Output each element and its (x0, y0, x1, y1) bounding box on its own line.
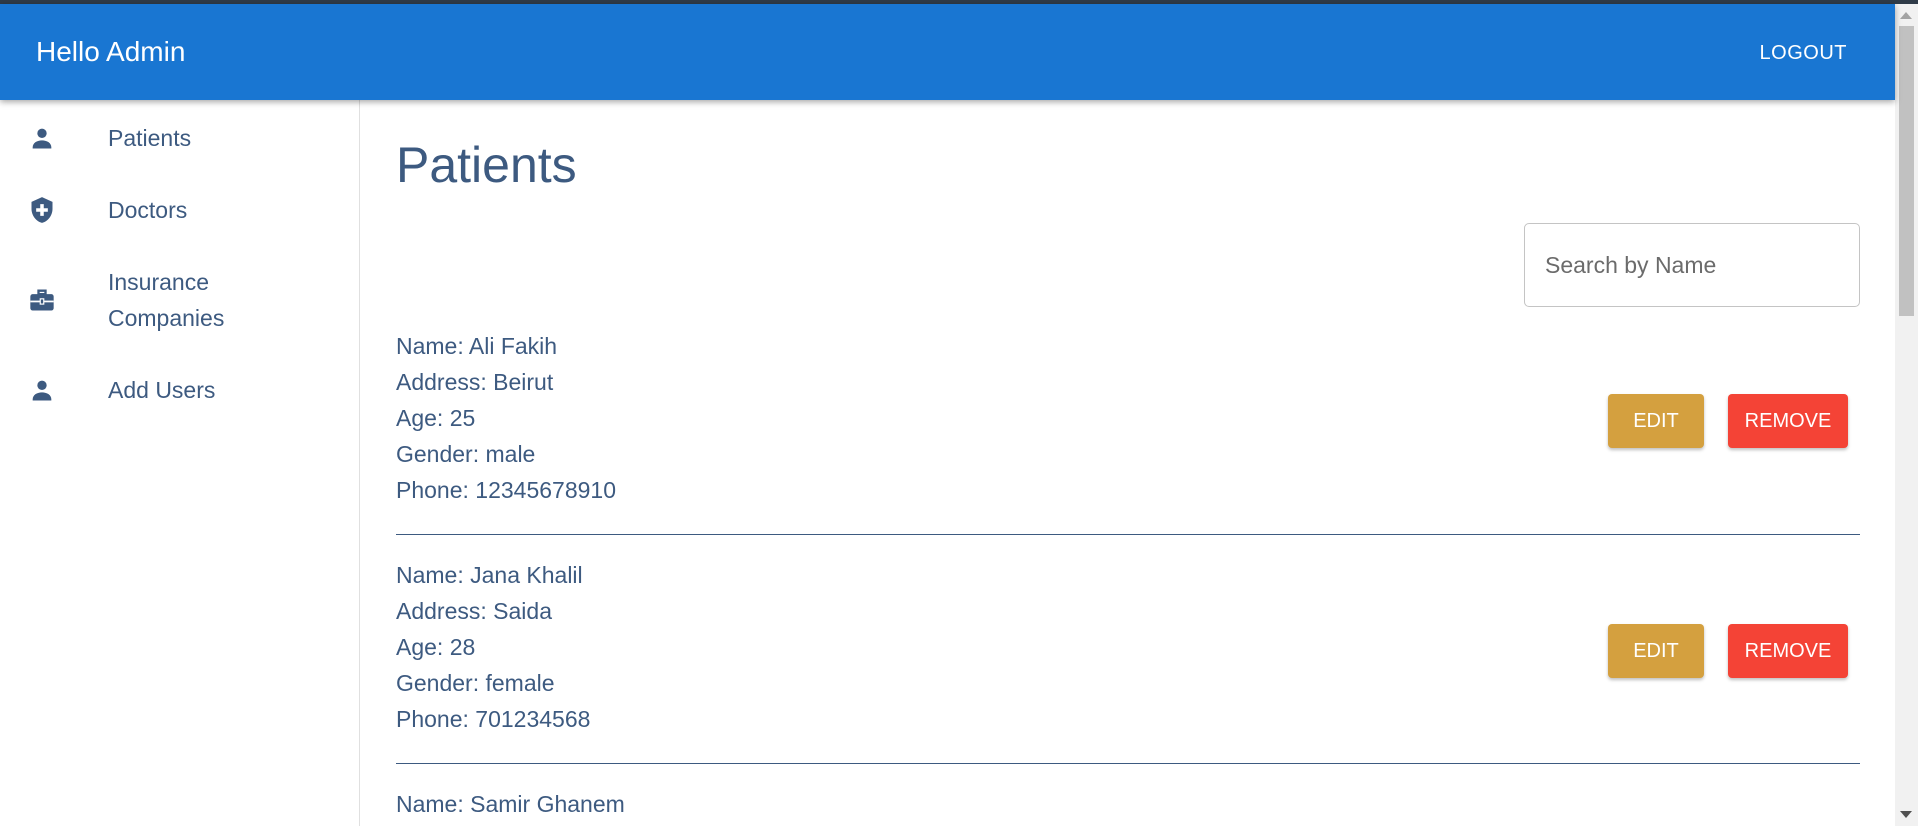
vertical-scrollbar[interactable] (1895, 4, 1918, 826)
sidebar: Patients Doctors Insurance Companies Add… (0, 100, 360, 826)
person-icon (28, 376, 56, 404)
patient-phone: Phone: 12345678910 (396, 477, 616, 503)
edit-button[interactable]: EDIT (1608, 394, 1704, 448)
scroll-up-arrow-icon[interactable] (1900, 12, 1912, 19)
list-item: Name: Samir Ghanem (396, 786, 1860, 826)
patient-name: Name: Jana Khalil (396, 562, 583, 588)
main-content: Patients Name: Ali Fakih Address: Beirut… (396, 100, 1860, 826)
scroll-down-arrow-icon[interactable] (1900, 811, 1912, 818)
divider (396, 534, 1860, 535)
list-item: Name: Ali Fakih Address: Beirut Age: 25 … (396, 328, 1860, 528)
briefcase-icon (28, 286, 56, 314)
patient-name: Name: Samir Ghanem (396, 791, 625, 817)
patient-name: Name: Ali Fakih (396, 333, 558, 359)
search-input[interactable] (1524, 223, 1860, 307)
sidebar-item-label: Patients (108, 125, 192, 151)
divider (396, 763, 1860, 764)
scrollbar-thumb[interactable] (1899, 26, 1914, 316)
app-bar: Hello Admin LOGOUT (0, 4, 1895, 100)
page-title: Patients (396, 137, 577, 193)
list-item: Name: Jana Khalil Address: Saida Age: 28… (396, 557, 1860, 757)
sidebar-item-label: Add Users (108, 377, 216, 403)
edit-button[interactable]: EDIT (1608, 624, 1704, 678)
logout-button[interactable]: LOGOUT (1742, 34, 1865, 73)
remove-button[interactable]: REMOVE (1728, 624, 1848, 678)
sidebar-item-label: Doctors (108, 197, 188, 223)
shield-plus-icon (28, 196, 56, 224)
sidebar-item-label: Insurance Companies (108, 269, 225, 331)
patient-phone: Phone: 701234568 (396, 706, 591, 732)
person-icon (28, 124, 56, 152)
remove-button[interactable]: REMOVE (1728, 394, 1848, 448)
app-title: Hello Admin (36, 36, 186, 67)
sidebar-item-insurance-companies[interactable]: Insurance Companies (0, 262, 358, 338)
sidebar-item-patients[interactable]: Patients (0, 118, 358, 158)
sidebar-item-doctors[interactable]: Doctors (0, 190, 358, 230)
sidebar-item-add-users[interactable]: Add Users (0, 370, 358, 410)
